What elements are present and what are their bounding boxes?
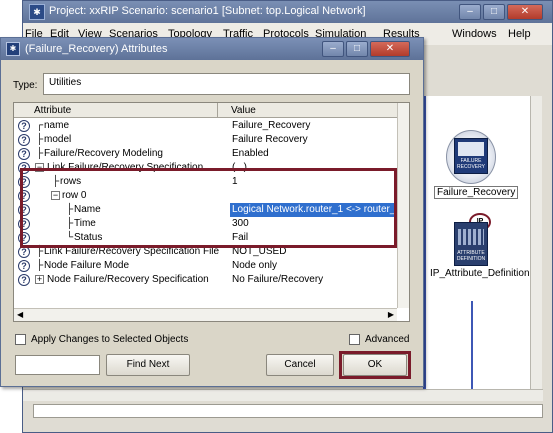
network-link-line — [471, 301, 473, 389]
tree-connector: ├ — [36, 134, 44, 145]
close-button[interactable]: ✕ — [507, 4, 543, 20]
attribute-name: Node Failure Mode — [44, 260, 130, 271]
attribute-name: Failure/Recovery Modeling — [44, 148, 163, 159]
table-row[interactable]: ? ┌ name Failure_Recovery — [14, 119, 397, 133]
advanced-label: Advanced — [365, 334, 410, 345]
table-row[interactable]: ? ├ model Failure Recovery — [14, 133, 397, 147]
ok-button[interactable]: OK — [343, 354, 407, 376]
table-horizontal-scrollbar[interactable]: ◀ ▶ — [14, 308, 397, 321]
help-icon[interactable]: ? — [18, 120, 30, 132]
table-vertical-scrollbar[interactable] — [397, 103, 409, 308]
attribute-name: name — [44, 120, 70, 131]
help-icon[interactable]: ? — [18, 148, 30, 160]
attribute-value[interactable]: Node only — [232, 260, 277, 271]
tree-connector: ├ — [36, 148, 44, 159]
table-row[interactable]: ? ├ Node Failure Mode Node only — [14, 259, 397, 273]
project-titlebar: ✱ Project: xxRIP Scenario: scenario1 [Su… — [23, 1, 552, 23]
cancel-button[interactable]: Cancel — [266, 354, 334, 376]
project-title: Project: xxRIP Scenario: scenario1 [Subn… — [49, 5, 366, 17]
apply-changes-label: Apply Changes to Selected Objects — [31, 334, 189, 345]
expand-toggle[interactable]: + — [35, 275, 44, 284]
tree-connector: ├ — [36, 260, 44, 271]
type-label: Type: — [13, 80, 38, 91]
find-next-button[interactable]: Find Next — [106, 354, 190, 376]
ip-attribute-icon[interactable]: ATTRIBUTE DEFINITION — [454, 222, 488, 266]
scroll-right-arrow-icon[interactable]: ▶ — [388, 310, 394, 319]
status-bar — [33, 404, 543, 418]
help-icon[interactable]: ? — [18, 260, 30, 272]
dialog-minimize-button[interactable]: – — [322, 41, 344, 57]
dialog-close-button[interactable]: ✕ — [370, 41, 410, 57]
attribute-value[interactable]: Enabled — [232, 148, 269, 159]
failure-recovery-icon: FAILURE RECOVERY — [454, 138, 488, 174]
ip-attribute-label: IP_Attribute_Definition — [430, 268, 530, 279]
attribute-name: Node Failure/Recovery Specification — [47, 274, 209, 285]
type-field: Utilities — [43, 73, 410, 95]
apply-changes-checkbox[interactable] — [15, 334, 26, 345]
help-icon[interactable]: ? — [18, 134, 30, 146]
failure-recovery-label: Failure_Recovery — [434, 186, 519, 199]
tree-connector: ┌ — [36, 120, 44, 131]
canvas-horizontal-scrollbar[interactable] — [23, 389, 543, 401]
canvas-vertical-scrollbar[interactable] — [530, 96, 542, 389]
column-separator — [217, 103, 218, 118]
app-icon: ✱ — [29, 4, 45, 20]
attribute-value[interactable]: No Failure/Recovery — [232, 274, 323, 285]
dialog-maximize-button[interactable]: □ — [346, 41, 368, 57]
maximize-button[interactable]: □ — [483, 4, 505, 20]
table-row[interactable]: ? + Node Failure/Recovery Specification … — [14, 273, 397, 287]
dialog-app-icon: ✱ — [6, 42, 20, 56]
scroll-left-arrow-icon[interactable]: ◀ — [17, 310, 23, 319]
table-row[interactable]: ? ├ Failure/Recovery Modeling Enabled — [14, 147, 397, 161]
attribute-column-header[interactable]: Attribute — [34, 105, 71, 116]
table-header: Attribute Value — [14, 103, 397, 118]
dialog-titlebar[interactable]: ✱ (Failure_Recovery) Attributes – □ ✕ — [1, 38, 423, 60]
minimize-button[interactable]: – — [459, 4, 481, 20]
find-input[interactable] — [15, 355, 100, 375]
help-icon[interactable]: ? — [18, 274, 30, 286]
attribute-name: model — [44, 134, 72, 145]
dialog-title: (Failure_Recovery) Attributes — [25, 43, 168, 55]
menu-help[interactable]: Help — [508, 28, 531, 40]
attribute-value[interactable]: Failure Recovery — [232, 134, 308, 145]
attribute-value[interactable]: Failure_Recovery — [232, 120, 310, 131]
menu-windows[interactable]: Windows — [452, 28, 497, 40]
attributes-dialog: ✱ (Failure_Recovery) Attributes – □ ✕ Ty… — [0, 37, 424, 387]
advanced-checkbox[interactable] — [349, 334, 360, 345]
value-column-header[interactable]: Value — [231, 105, 256, 116]
highlight-annotation-box — [20, 168, 397, 248]
